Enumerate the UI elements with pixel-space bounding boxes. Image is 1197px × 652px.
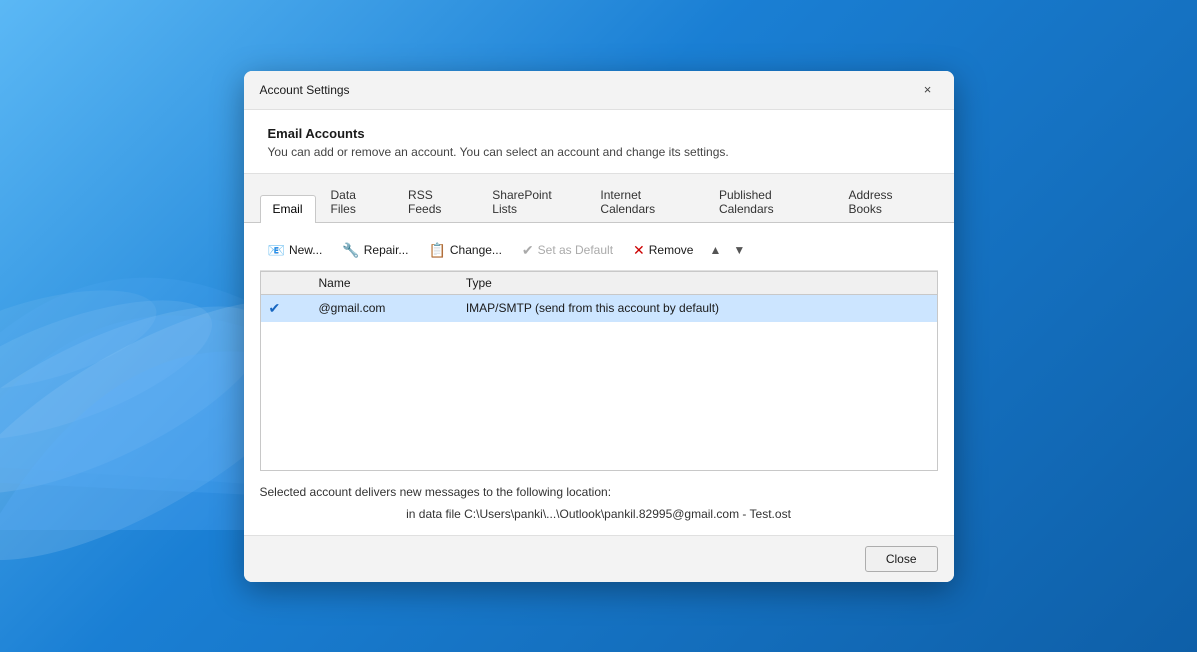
set-default-button[interactable]: ✔ Set as Default — [514, 239, 621, 262]
tab-data-files[interactable]: Data Files — [318, 181, 394, 223]
checkmark-icon: ✔ — [269, 300, 281, 316]
dialog-title: Account Settings — [260, 83, 350, 97]
remove-icon: ✕ — [633, 242, 645, 259]
tab-rss-feeds[interactable]: RSS Feeds — [395, 181, 477, 223]
col-icon-header — [261, 272, 311, 295]
row-account-type: IMAP/SMTP (send from this account by def… — [458, 294, 937, 322]
tab-bar: Email Data Files RSS Feeds SharePoint Li… — [244, 174, 954, 223]
tab-internet-calendars[interactable]: Internet Calendars — [587, 181, 704, 223]
deliver-path: in data file C:\Users\panki\...\Outlook\… — [260, 507, 938, 521]
deliver-label: Selected account delivers new messages t… — [260, 485, 938, 499]
repair-icon: 🔧 — [342, 242, 359, 259]
tab-address-books[interactable]: Address Books — [835, 181, 935, 223]
set-default-icon: ✔ — [522, 242, 534, 259]
account-settings-dialog: Account Settings × Email Accounts You ca… — [244, 71, 954, 582]
change-button-label: Change... — [450, 243, 502, 257]
move-up-button[interactable]: ▲ — [705, 241, 725, 259]
accounts-table: Name Type ✔ @gmail.comIMAP/SMTP (send fro… — [261, 272, 937, 322]
content-area: 📧 New... 🔧 Repair... 📋 Change... ✔ Set a… — [244, 223, 954, 535]
set-default-label: Set as Default — [538, 243, 613, 257]
deliver-section: Selected account delivers new messages t… — [260, 471, 938, 525]
move-down-button[interactable]: ▼ — [729, 241, 749, 259]
dialog-footer: Close — [244, 535, 954, 582]
header-section: Email Accounts You can add or remove an … — [244, 110, 954, 174]
repair-button[interactable]: 🔧 Repair... — [334, 239, 416, 262]
change-icon: 📋 — [428, 242, 445, 259]
tab-published-calendars[interactable]: Published Calendars — [706, 181, 834, 223]
close-dialog-button[interactable]: Close — [865, 546, 938, 572]
change-button[interactable]: 📋 Change... — [420, 239, 509, 262]
row-check-icon: ✔ — [261, 294, 311, 322]
tab-email[interactable]: Email — [260, 195, 316, 223]
new-icon: 📧 — [268, 242, 285, 259]
row-account-name: @gmail.com — [311, 294, 458, 322]
header-description: You can add or remove an account. You ca… — [268, 145, 930, 159]
new-button-label: New... — [289, 243, 322, 257]
header-title: Email Accounts — [268, 126, 930, 141]
remove-button[interactable]: ✕ Remove — [625, 239, 701, 262]
accounts-table-wrapper: Name Type ✔ @gmail.comIMAP/SMTP (send fro… — [260, 271, 938, 471]
accounts-toolbar: 📧 New... 🔧 Repair... 📋 Change... ✔ Set a… — [260, 233, 938, 271]
tab-sharepoint-lists[interactable]: SharePoint Lists — [479, 181, 585, 223]
table-row[interactable]: ✔ @gmail.comIMAP/SMTP (send from this acc… — [261, 294, 937, 322]
title-bar: Account Settings × — [244, 71, 954, 110]
title-bar-close-button[interactable]: × — [914, 79, 942, 101]
repair-button-label: Repair... — [364, 243, 409, 257]
col-type-header: Type — [458, 272, 937, 295]
col-name-header: Name — [311, 272, 458, 295]
remove-button-label: Remove — [649, 243, 694, 257]
new-button[interactable]: 📧 New... — [260, 239, 331, 262]
